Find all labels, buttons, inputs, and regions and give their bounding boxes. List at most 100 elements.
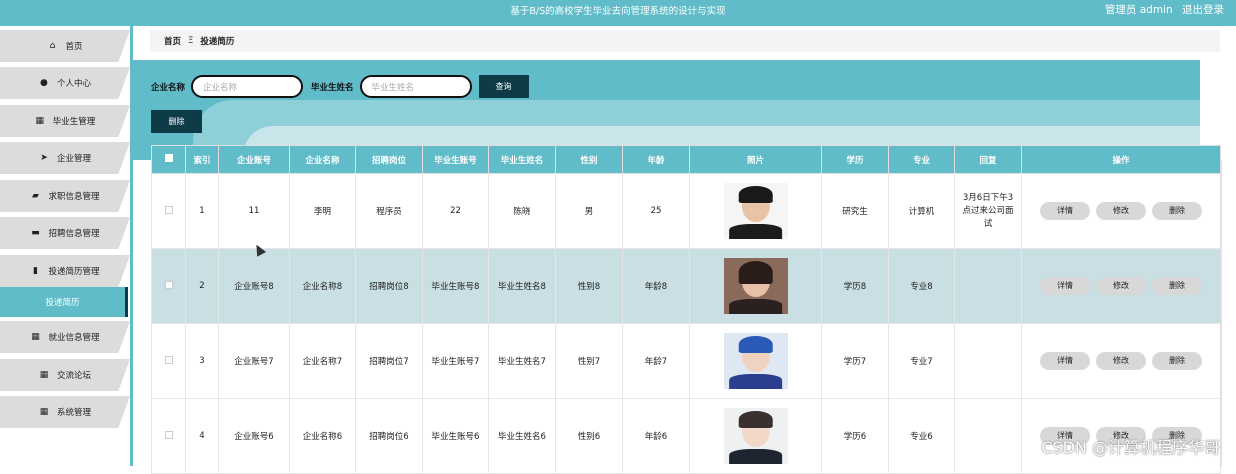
delete-button[interactable]: 删除	[151, 110, 202, 133]
column-header: 索引	[185, 145, 219, 174]
sidebar-item-resume-management[interactable]: ▮ 投递简历管理	[0, 255, 130, 287]
user-area: 管理员 admin 退出登录	[1099, 2, 1224, 17]
search-bar: 企业名称 毕业生姓名 查询	[151, 75, 529, 98]
reply-text: 3月6日下午3点过来公司面试	[962, 192, 1014, 229]
cell-gender: 男	[555, 173, 623, 249]
grid-icon: ▦	[39, 407, 49, 417]
sidebar-item-profile[interactable]: ● 个人中心	[0, 67, 130, 99]
row-delete-button[interactable]: 删除	[1152, 352, 1202, 370]
cell-photo	[689, 398, 822, 474]
select-all-cell[interactable]	[151, 145, 186, 174]
breadcrumb-home[interactable]: 首页	[164, 35, 181, 47]
app-title: 基于B/S的高校学生毕业去向管理系统的设计与实现	[510, 6, 726, 17]
cell-company-name: 李明	[289, 173, 356, 249]
row-delete-button[interactable]: 删除	[1152, 202, 1202, 220]
photo-thumbnail[interactable]	[723, 258, 788, 314]
cell-index: 3	[185, 323, 219, 399]
sidebar: ⌂ 首页 ● 个人中心 ▦ 毕业生管理 ➤ 企业管理 ▰ 求职信息管理 ▬ 招聘信息管理 ▮…	[0, 26, 133, 466]
cell-reply	[954, 398, 1022, 474]
bar-chart-icon: ▮	[33, 266, 38, 276]
row-delete-button[interactable]: 删除	[1152, 277, 1202, 295]
sidebar-item-employment[interactable]: ▦ 就业信息管理	[0, 321, 130, 353]
cell-company-name: 企业名称6	[289, 398, 356, 474]
sidebar-subitem-resumes[interactable]: 投递简历	[0, 287, 128, 317]
column-header: 照片	[689, 145, 822, 174]
cell-age: 年龄7	[622, 323, 690, 399]
cell-grad-account: 毕业生账号6	[422, 398, 489, 474]
resume-table: 索引 企业账号 企业名称 招聘岗位 毕业生账号 毕业生姓名 性别 年龄 照片 学…	[151, 145, 1221, 474]
cell-company-name: 企业名称8	[289, 248, 356, 324]
sidebar-item-companies[interactable]: ➤ 企业管理	[0, 142, 130, 174]
cell-position: 招聘岗位6	[355, 398, 423, 474]
row-checkbox[interactable]	[164, 205, 173, 214]
row-select-cell	[151, 398, 186, 474]
photo-thumbnail[interactable]	[723, 333, 788, 389]
cell-gender: 性别7	[555, 323, 623, 399]
cell-index: 2	[185, 248, 219, 324]
cell-major: 专业8	[888, 248, 955, 324]
cell-index: 1	[185, 173, 219, 249]
cell-company-account: 企业账号6	[218, 398, 290, 474]
cell-company-account: 11	[218, 173, 290, 249]
cell-grad-name: 毕业生姓名8	[488, 248, 556, 324]
row-checkbox[interactable]	[164, 355, 173, 364]
cell-photo	[689, 323, 822, 399]
cell-actions: 详情 修改 删除	[1021, 173, 1221, 249]
cell-grad-name: 陈晓	[488, 173, 556, 249]
sidebar-item-label: 交流论坛	[56, 371, 91, 381]
cell-education: 学历7	[821, 323, 889, 399]
sidebar-item-label: 个人中心	[56, 79, 91, 89]
graduate-name-label: 毕业生姓名	[311, 82, 354, 93]
column-header: 回复	[954, 145, 1022, 174]
sidebar-item-system[interactable]: ▦ 系统管理	[0, 396, 130, 428]
sidebar-item-label: 招聘信息管理	[48, 229, 100, 239]
photo-thumbnail[interactable]	[723, 183, 788, 239]
column-header: 操作	[1021, 145, 1221, 174]
cell-education: 学历6	[821, 398, 889, 474]
home-icon: ⌂	[49, 41, 56, 51]
cell-position: 招聘岗位7	[355, 323, 423, 399]
detail-button[interactable]: 详情	[1040, 277, 1090, 295]
sidebar-item-graduates[interactable]: ▦ 毕业生管理	[0, 105, 130, 137]
grid-icon: ▦	[31, 332, 40, 342]
cell-actions: 详情 修改 删除	[1021, 248, 1221, 324]
column-header: 毕业生姓名	[488, 145, 556, 174]
logout-link[interactable]: 退出登录	[1182, 4, 1224, 16]
query-button[interactable]: 查询	[478, 75, 529, 98]
send-icon: ➤	[40, 153, 48, 163]
table-row: 2 企业账号8 企业名称8 招聘岗位8 毕业生账号8 毕业生姓名8 性别8 年龄…	[151, 248, 1221, 324]
row-checkbox[interactable]	[164, 280, 173, 289]
company-name-label: 企业名称	[151, 82, 186, 93]
cell-photo	[689, 173, 822, 249]
column-header: 招聘岗位	[355, 145, 423, 174]
column-header: 学历	[821, 145, 889, 174]
detail-button[interactable]: 详情	[1040, 202, 1090, 220]
sidebar-item-job-seeking[interactable]: ▰ 求职信息管理	[0, 180, 130, 212]
cell-age: 年龄6	[622, 398, 690, 474]
thumb-icon: ▰	[32, 191, 39, 201]
edit-button[interactable]: 修改	[1096, 352, 1146, 370]
cell-grad-account: 毕业生账号8	[422, 248, 489, 324]
graduate-name-input[interactable]	[359, 75, 472, 98]
table-row: 3 企业账号7 企业名称7 招聘岗位7 毕业生账号7 毕业生姓名7 性别7 年龄…	[151, 323, 1221, 399]
row-checkbox[interactable]	[164, 430, 173, 439]
cell-photo	[689, 248, 822, 324]
cell-gender: 性别8	[555, 248, 623, 324]
sidebar-item-label: 就业信息管理	[48, 333, 100, 343]
photo-thumbnail[interactable]	[723, 408, 788, 464]
watermark: CSDN @计算机程序华哥	[1041, 438, 1220, 457]
sidebar-item-recruitment[interactable]: ▬ 招聘信息管理	[0, 217, 130, 249]
edit-button[interactable]: 修改	[1096, 277, 1146, 295]
select-all-checkbox[interactable]	[164, 154, 173, 162]
cell-grad-account: 22	[422, 173, 489, 249]
column-header: 毕业生账号	[422, 145, 489, 174]
company-name-input[interactable]	[191, 75, 304, 98]
sidebar-item-home[interactable]: ⌂ 首页	[0, 30, 130, 62]
cell-company-name: 企业名称7	[289, 323, 356, 399]
sidebar-item-forum[interactable]: ▦ 交流论坛	[0, 359, 130, 391]
row-select-cell	[151, 323, 186, 399]
edit-button[interactable]: 修改	[1096, 202, 1146, 220]
sidebar-item-label: 系统管理	[56, 408, 91, 418]
cell-major: 专业7	[888, 323, 955, 399]
detail-button[interactable]: 详情	[1040, 352, 1090, 370]
